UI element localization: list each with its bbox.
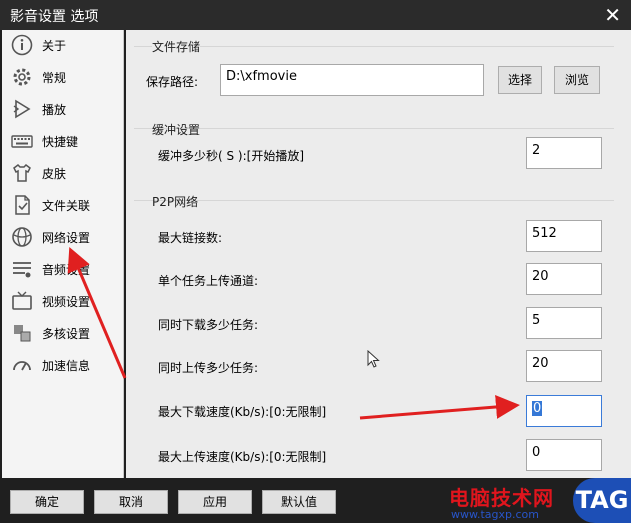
browse-button[interactable]: 浏览 (554, 66, 600, 94)
title-bar: 影音设置 选项 ✕ (0, 0, 631, 30)
watermark-logo: TAG (573, 478, 631, 523)
keyboard-icon (10, 129, 34, 153)
group-title: P2P网络 (152, 195, 199, 209)
sidebar-item-label: 常规 (42, 71, 67, 85)
sidebar-item-video[interactable]: 视频设置 (2, 286, 123, 316)
max-connections-input[interactable]: 512 (526, 220, 602, 252)
sidebar-item-playback[interactable]: 播放 (2, 94, 123, 124)
sidebar-item-general[interactable]: 常规 (2, 62, 123, 92)
sidebar-item-label: 视频设置 (42, 295, 91, 309)
cancel-button[interactable]: 取消 (94, 490, 168, 514)
watermark: 电脑技术网 www.tagxp.com TAG (441, 478, 631, 523)
max-upload-speed-input[interactable]: 0 (526, 439, 602, 471)
shirt-icon (10, 161, 34, 185)
concurrent-downloads-label: 同时下载多少任务: (158, 318, 259, 332)
info-icon (10, 33, 34, 57)
save-path-label: 保存路径: (146, 75, 199, 89)
concurrent-uploads-label: 同时上传多少任务: (158, 361, 259, 375)
max-download-speed-input[interactable]: 0 (526, 395, 602, 427)
sidebar: 关于 常规 播放 快捷键 皮肤 文件关联 网络设置 音频设置 视频设置 多核设置… (2, 30, 124, 478)
tv-icon (10, 289, 34, 313)
group-title: 文件存储 (152, 38, 201, 55)
save-path-input[interactable]: D:\xfmovie (220, 64, 484, 96)
sidebar-item-label: 加速信息 (42, 359, 91, 373)
watermark-url: www.tagxp.com (451, 508, 539, 521)
ok-button[interactable]: 确定 (10, 490, 84, 514)
buffer-seconds-input[interactable]: 2 (526, 137, 602, 169)
sidebar-item-acceleration[interactable]: 加速信息 (2, 350, 123, 380)
concurrent-downloads-input[interactable]: 5 (526, 307, 602, 339)
sidebar-item-audio[interactable]: 音频设置 (2, 254, 123, 284)
watermark-text: 电脑技术网 (449, 486, 554, 510)
sidebar-item-label: 多核设置 (42, 327, 91, 341)
group-title: 缓冲设置 (152, 123, 201, 137)
upload-channels-label: 单个任务上传通道: (158, 274, 259, 288)
close-icon[interactable]: ✕ (604, 3, 621, 27)
sidebar-item-skin[interactable]: 皮肤 (2, 158, 123, 188)
sidebar-item-label: 文件关联 (42, 199, 91, 213)
footer-bar: 确定 取消 应用 默认值 电脑技术网 www.tagxp.com TAG (0, 478, 631, 523)
sidebar-item-label: 网络设置 (42, 231, 91, 245)
concurrent-uploads-input[interactable]: 20 (526, 350, 602, 382)
sidebar-item-about[interactable]: 关于 (2, 30, 123, 60)
sidebar-item-file-association[interactable]: 文件关联 (2, 190, 123, 220)
sidebar-item-network[interactable]: 网络设置 (2, 222, 123, 252)
sidebar-item-label: 播放 (42, 103, 67, 117)
speed-icon (10, 353, 34, 377)
cpu-icon (10, 321, 34, 345)
apply-button[interactable]: 应用 (178, 490, 252, 514)
mouse-cursor-icon (367, 350, 380, 368)
max-download-speed-label: 最大下载速度(Kb/s):[0:无限制] (158, 405, 327, 419)
sidebar-item-multicore[interactable]: 多核设置 (2, 318, 123, 348)
sidebar-item-label: 皮肤 (42, 167, 67, 181)
sidebar-item-label: 快捷键 (42, 135, 79, 149)
max-connections-label: 最大链接数: (158, 231, 223, 245)
max-upload-speed-label: 最大上传速度(Kb/s):[0:无限制] (158, 450, 327, 464)
default-button[interactable]: 默认值 (262, 490, 336, 514)
gear-icon (10, 65, 34, 89)
globe-icon (10, 225, 34, 249)
play-icon (10, 97, 34, 121)
sidebar-item-label: 关于 (42, 39, 67, 53)
sidebar-item-label: 音频设置 (42, 263, 91, 277)
upload-channels-input[interactable]: 20 (526, 263, 602, 295)
sidebar-item-shortcuts[interactable]: 快捷键 (2, 126, 123, 156)
window-title: 影音设置 选项 (10, 9, 99, 25)
select-button[interactable]: 选择 (498, 66, 542, 94)
buffer-seconds-label: 缓冲多少秒( S ):[开始播放] (158, 149, 305, 163)
audio-icon (10, 257, 34, 281)
file-icon (10, 193, 34, 217)
settings-panel: 文件存储 保存路径: D:\xfmovie 选择 浏览 缓冲设置 缓冲多少秒( … (126, 30, 631, 478)
